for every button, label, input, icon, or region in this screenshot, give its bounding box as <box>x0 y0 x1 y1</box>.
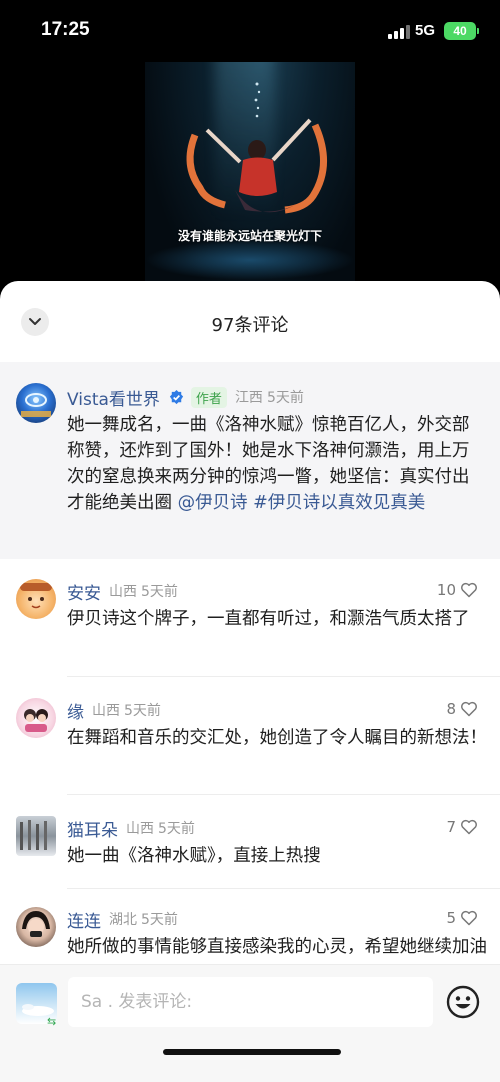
like-button[interactable]: 8 <box>446 700 478 718</box>
comment-divider <box>67 676 500 677</box>
hashtag-link[interactable]: #伊贝诗以真效见真美 <box>253 493 425 513</box>
comment-meta: 安安 山西 5天前 <box>67 579 178 604</box>
video-caption: 没有谁能永远站在聚光灯下 <box>177 229 322 243</box>
switch-account-icon[interactable]: ⇆ <box>47 1015 56 1028</box>
comment-meta: 缘 山西 5天前 <box>67 698 161 723</box>
like-button[interactable]: 7 <box>446 818 478 836</box>
comment-text: 伊贝诗这个牌子，一直都有听过，和灏浩气质太搭了 <box>67 609 470 629</box>
cartoon-avatar-icon <box>20 583 52 609</box>
signal-icon <box>388 25 410 39</box>
comment-time: 5天前 <box>141 584 178 600</box>
author-avatar[interactable] <box>16 383 56 423</box>
heart-icon <box>461 701 477 717</box>
comment-location: 山西 <box>92 703 120 719</box>
like-count: 5 <box>446 909 456 927</box>
comment-divider <box>67 888 500 889</box>
landscape-avatar-icon <box>20 820 47 850</box>
portrait-avatar-icon <box>22 911 50 937</box>
network-type: 5G <box>415 22 436 39</box>
comment-location: 山西 <box>109 584 137 600</box>
author-meta: Vista看世界 作者 江西 5天前 <box>67 385 304 410</box>
video-floor-glow <box>145 240 355 280</box>
author-name[interactable]: Vista看世界 <box>67 385 160 410</box>
eye-icon <box>21 393 51 417</box>
author-badge: 作者 <box>190 386 227 408</box>
comment-location: 湖北 <box>109 912 137 928</box>
home-indicator <box>163 1049 341 1055</box>
status-bar: 17:25 5G 40 <box>0 0 500 62</box>
like-button[interactable]: 10 <box>437 581 478 599</box>
comment-divider <box>67 794 500 795</box>
comment-text: 在舞蹈和音乐的交汇处，她创造了令人瞩目的新想法！ <box>67 728 487 748</box>
author-location: 江西 <box>234 390 263 406</box>
comment-username[interactable]: 缘 <box>67 698 84 723</box>
like-count: 8 <box>446 700 456 718</box>
sheet-header: 97条评论 <box>0 281 500 362</box>
heart-icon <box>461 819 477 835</box>
like-button[interactable]: 5 <box>446 909 478 927</box>
comment-meta: 猫耳朵 山西 5天前 <box>67 816 195 841</box>
comment-username[interactable]: 猫耳朵 <box>67 816 118 841</box>
comment-location: 山西 <box>126 821 154 837</box>
heart-icon <box>461 910 477 926</box>
battery-level: 40 <box>453 24 467 38</box>
author-time: 5天前 <box>266 390 304 406</box>
heart-icon <box>461 582 477 598</box>
comment-meta: 连连 湖北 5天前 <box>67 907 178 932</box>
battery-icon: 40 <box>444 22 476 40</box>
status-time: 17:25 <box>41 19 90 40</box>
comment-input-bar: ⇆ Sa . 发表评论: <box>0 964 500 1082</box>
comment-count-title: 97条评论 <box>211 315 289 336</box>
comments-sheet: 97条评论 Vista看世界 作者 江西 5天前 她一舞成名，一曲《洛神水赋》惊… <box>0 281 500 1082</box>
like-count: 7 <box>446 818 456 836</box>
verified-icon <box>169 389 184 404</box>
comment-username[interactable]: 安安 <box>67 579 101 604</box>
user-avatar[interactable] <box>16 816 56 856</box>
author-comment[interactable]: Vista看世界 作者 江西 5天前 她一舞成名，一曲《洛神水赋》惊艳百亿人，外… <box>0 362 500 559</box>
emoji-icon[interactable] <box>446 985 480 1019</box>
comment-time: 5天前 <box>158 821 195 837</box>
mention-link[interactable]: @伊贝诗 <box>178 493 248 513</box>
battery-cap <box>477 28 479 34</box>
comment-time: 5天前 <box>141 912 178 928</box>
user-avatar[interactable] <box>16 907 56 947</box>
like-count: 10 <box>436 581 456 599</box>
user-avatar[interactable] <box>16 698 56 738</box>
comment-username[interactable]: 连连 <box>67 907 101 932</box>
user-avatar[interactable] <box>16 579 56 619</box>
comment-time: 5天前 <box>124 703 161 719</box>
comment-text: 她一曲《洛神水赋》，直接上热搜 <box>67 846 321 866</box>
author-comment-text: 她一舞成名，一曲《洛神水赋》惊艳百亿人，外交部称赞，还炸到了国外！她是水下洛神何… <box>67 412 485 516</box>
couple-avatar-icon <box>24 709 48 732</box>
comment-input[interactable]: Sa . 发表评论: <box>68 977 433 1027</box>
comment-text: 她所做的事情能够直接感染我的心灵，希望她继续加油 <box>67 937 487 957</box>
